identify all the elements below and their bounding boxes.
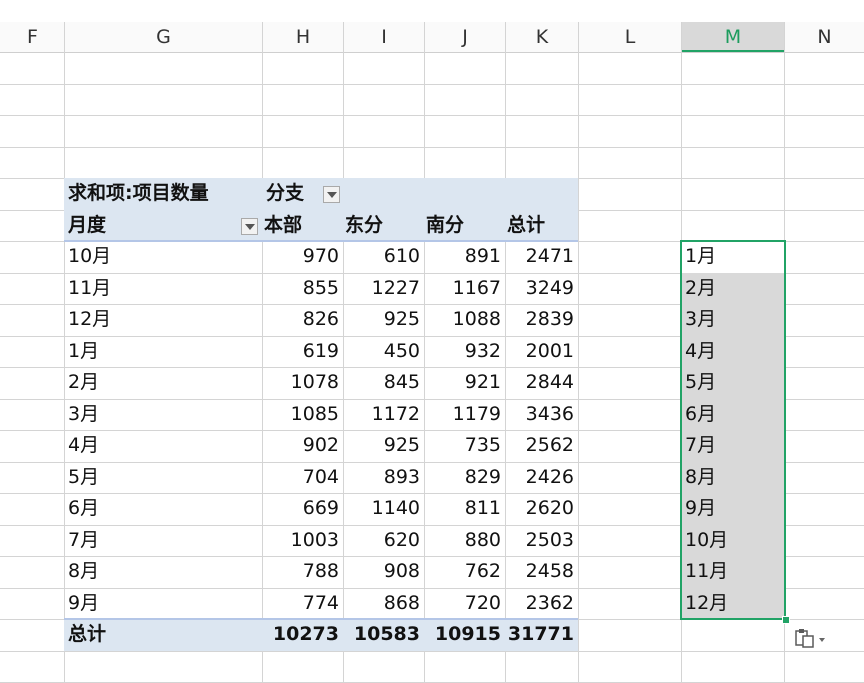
- pivot-value-cell[interactable]: 2503: [505, 525, 574, 556]
- pivot-row-label[interactable]: 8月: [68, 556, 218, 587]
- pivot-value-cell[interactable]: 1085: [262, 399, 339, 430]
- column-header-k[interactable]: K: [506, 22, 578, 52]
- pivot-value-cell[interactable]: 932: [424, 336, 501, 367]
- pivot-value-cell[interactable]: 2001: [505, 336, 574, 367]
- pivot-value-cell[interactable]: 891: [424, 241, 501, 272]
- pivot-row-label[interactable]: 5月: [68, 462, 218, 493]
- pivot-row-label[interactable]: 4月: [68, 430, 218, 461]
- column-header-j[interactable]: J: [425, 22, 505, 52]
- pivot-value-cell[interactable]: 829: [424, 462, 501, 493]
- pivot-value-cell[interactable]: 1167: [424, 273, 501, 304]
- fill-handle[interactable]: [782, 616, 790, 624]
- pivot-value-cell[interactable]: 1003: [262, 525, 339, 556]
- pivot-value-cell[interactable]: 1172: [343, 399, 420, 430]
- pivot-value-cell[interactable]: 925: [343, 430, 420, 461]
- pivot-value-cell[interactable]: 868: [343, 588, 420, 619]
- pivot-value-cell[interactable]: 1179: [424, 399, 501, 430]
- pivot-row-label[interactable]: 9月: [68, 588, 218, 619]
- pivot-row-label[interactable]: 3月: [68, 399, 218, 430]
- pivot-value-cell[interactable]: 2620: [505, 493, 574, 524]
- pivot-value-cell[interactable]: 720: [424, 588, 501, 619]
- column-header-g[interactable]: G: [65, 22, 262, 52]
- pivot-grand-total-cell[interactable]: 10915: [424, 619, 501, 650]
- pivot-value-cell[interactable]: 1227: [343, 273, 420, 304]
- row-gridline: [0, 651, 864, 652]
- pivot-value-cell[interactable]: 704: [262, 462, 339, 493]
- pivot-value-cell[interactable]: 2458: [505, 556, 574, 587]
- pivot-series-header[interactable]: 南分: [426, 210, 501, 241]
- pivot-value-cell[interactable]: 902: [262, 430, 339, 461]
- pivot-value-cell[interactable]: 3436: [505, 399, 574, 430]
- pivot-row-label[interactable]: 7月: [68, 525, 218, 556]
- pivot-row-label[interactable]: 11月: [68, 273, 218, 304]
- pivot-grand-total-label[interactable]: 总计: [68, 619, 218, 650]
- pivot-value-cell[interactable]: 788: [262, 556, 339, 587]
- pivot-value-cell[interactable]: 620: [343, 525, 420, 556]
- pivot-grand-total-cell[interactable]: 10273: [262, 619, 339, 650]
- pivot-value-cell[interactable]: 811: [424, 493, 501, 524]
- pivot-value-cell[interactable]: 855: [262, 273, 339, 304]
- pivot-value-cell[interactable]: 762: [424, 556, 501, 587]
- pivot-series-header[interactable]: 东分: [345, 210, 420, 241]
- row-gridline: [0, 84, 864, 85]
- row-field-filter-dropdown[interactable]: [241, 218, 258, 235]
- pivot-series-header[interactable]: 本部: [264, 210, 339, 241]
- pivot-value-cell[interactable]: 610: [343, 241, 420, 272]
- pivot-row-label[interactable]: 1月: [68, 336, 218, 367]
- spreadsheet-grid[interactable]: FGHIJKLMN 求和项:项目数量 分支 月度 本部 东分 南分 总计 10月 970 610 8…: [0, 0, 864, 683]
- pivot-value-cell[interactable]: 925: [343, 304, 420, 335]
- row-gridline: [0, 115, 864, 116]
- pivot-value-cell[interactable]: 735: [424, 430, 501, 461]
- pivot-value-cell[interactable]: 450: [343, 336, 420, 367]
- pivot-value-cell[interactable]: 893: [343, 462, 420, 493]
- pivot-value-field-label[interactable]: 求和项:项目数量: [68, 178, 248, 209]
- pivot-grand-total-cell[interactable]: 10583: [343, 619, 420, 650]
- pivot-row-label[interactable]: 2月: [68, 367, 218, 398]
- pivot-value-cell[interactable]: 1088: [424, 304, 501, 335]
- pivot-value-cell[interactable]: 921: [424, 367, 501, 398]
- pivot-row-label[interactable]: 12月: [68, 304, 218, 335]
- pivot-column-field-label[interactable]: 分支: [266, 178, 326, 209]
- column-gridline: [64, 22, 65, 683]
- pivot-value-cell[interactable]: 3249: [505, 273, 574, 304]
- pivot-value-cell[interactable]: 970: [262, 241, 339, 272]
- pivot-row-label[interactable]: 10月: [68, 241, 218, 272]
- pivot-row-field-label[interactable]: 月度: [68, 210, 188, 241]
- column-header-n[interactable]: N: [785, 22, 864, 52]
- pivot-row-label[interactable]: 6月: [68, 493, 218, 524]
- pivot-value-cell[interactable]: 1140: [343, 493, 420, 524]
- pivot-value-cell[interactable]: 880: [424, 525, 501, 556]
- column-field-filter-dropdown[interactable]: [323, 186, 340, 203]
- pivot-value-cell[interactable]: 2844: [505, 367, 574, 398]
- pivot-value-cell[interactable]: 845: [343, 367, 420, 398]
- pivot-value-cell[interactable]: 908: [343, 556, 420, 587]
- pivot-value-cell[interactable]: 2839: [505, 304, 574, 335]
- pivot-value-cell[interactable]: 2471: [505, 241, 574, 272]
- pivot-value-cell[interactable]: 774: [262, 588, 339, 619]
- column-header-m[interactable]: M: [682, 22, 784, 52]
- pivot-value-cell[interactable]: 2562: [505, 430, 574, 461]
- column-header-l[interactable]: L: [579, 22, 681, 52]
- pivot-value-cell[interactable]: 1078: [262, 367, 339, 398]
- pivot-value-cell[interactable]: 2426: [505, 462, 574, 493]
- pivot-value-cell[interactable]: 2362: [505, 588, 574, 619]
- column-header-f[interactable]: F: [1, 22, 64, 52]
- ribbon-edge: [0, 0, 864, 22]
- column-header-h[interactable]: H: [263, 22, 343, 52]
- pivot-value-cell[interactable]: 826: [262, 304, 339, 335]
- selection-border: [680, 240, 786, 620]
- pivot-series-header[interactable]: 总计: [507, 210, 582, 241]
- column-header-i[interactable]: I: [344, 22, 424, 52]
- pivot-value-cell[interactable]: 619: [262, 336, 339, 367]
- column-gridline: [578, 22, 579, 683]
- paste-options-icon[interactable]: [792, 627, 830, 651]
- pivot-grand-total-cell[interactable]: 31771: [505, 619, 574, 650]
- row-gridline: [0, 147, 864, 148]
- pivot-value-cell[interactable]: 669: [262, 493, 339, 524]
